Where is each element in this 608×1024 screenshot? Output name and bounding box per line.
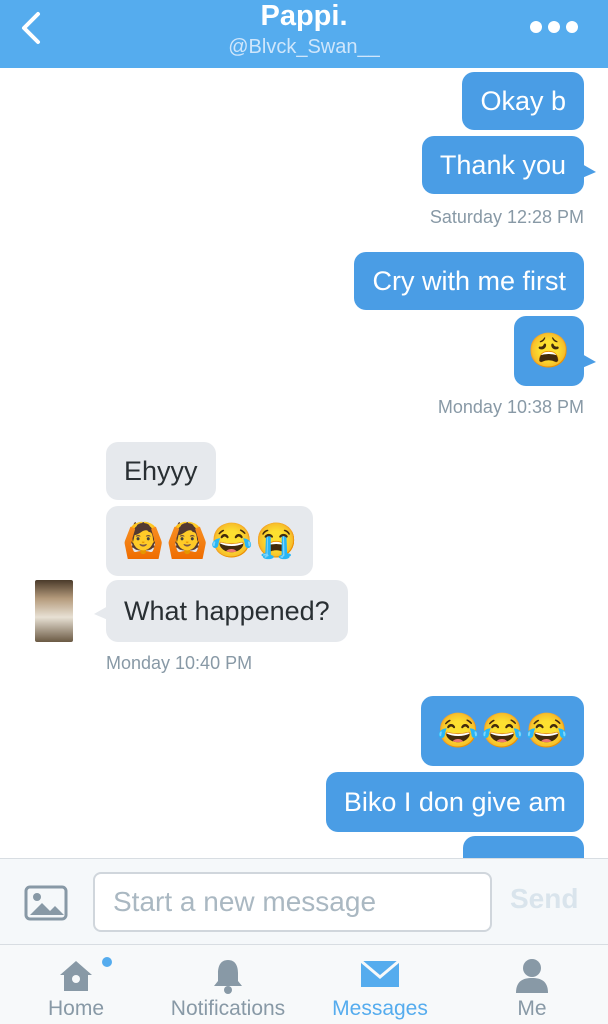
incoming-emoji-message[interactable]: 🙆 🙆 😂 😭 xyxy=(106,506,314,576)
conversation-title: Pappi. xyxy=(260,0,348,32)
person-gesturing-ok-emoji: 🙆 xyxy=(122,522,165,560)
outgoing-message[interactable]: Biko I don give am xyxy=(325,772,584,832)
envelope-icon xyxy=(360,959,400,987)
tab-home[interactable]: Home xyxy=(20,945,132,1024)
outgoing-emoji-message[interactable]: 😩 xyxy=(513,316,584,386)
notification-dot xyxy=(102,957,112,967)
message-timestamp: Monday 10:38 PM xyxy=(437,397,584,417)
image-icon[interactable] xyxy=(24,885,68,921)
message-input[interactable] xyxy=(93,872,492,932)
tears-of-joy-emoji: 😂 xyxy=(210,522,254,560)
person-icon xyxy=(516,959,548,993)
message-thread[interactable]: Okay b Thank you Saturday 12:28 PM Cry w… xyxy=(0,68,608,858)
loudly-crying-emoji: 😭 xyxy=(255,522,298,560)
tab-bar: Home Notifications Messages Me xyxy=(0,944,608,1024)
person-gesturing-ok-emoji: 🙆 xyxy=(166,522,209,560)
incoming-message[interactable]: What happened? xyxy=(106,580,348,642)
send-button[interactable]: Send xyxy=(510,883,578,915)
avatar[interactable] xyxy=(35,580,73,642)
conversation-header: Pappi. @Blvck_Swan__ xyxy=(0,0,608,68)
tears-of-joy-emoji: 😂 xyxy=(526,848,568,858)
tab-notifications[interactable]: Notifications xyxy=(160,945,296,1024)
tears-of-joy-emoji: 😂 xyxy=(436,712,480,750)
outgoing-message[interactable]: Thank you xyxy=(421,136,584,194)
tab-label: Home xyxy=(47,997,105,1020)
more-dots-icon[interactable] xyxy=(530,18,578,36)
conversation-handle: @Blvck_Swan__ xyxy=(228,36,380,58)
tab-label: Messages xyxy=(332,997,428,1020)
tears-of-joy-emoji: 😂 xyxy=(479,848,521,858)
tears-of-joy-emoji: 😂 xyxy=(525,712,568,750)
outgoing-message[interactable]: Cry with me first xyxy=(354,252,584,310)
tab-messages[interactable]: Messages xyxy=(320,945,440,1024)
outgoing-message[interactable]: Okay b xyxy=(462,72,584,130)
tab-me[interactable]: Me xyxy=(476,945,588,1024)
home-icon xyxy=(60,961,92,991)
incoming-message[interactable]: Ehyyy xyxy=(106,442,216,500)
message-composer: Send xyxy=(0,858,608,944)
message-timestamp: Monday 10:40 PM xyxy=(106,653,253,673)
message-timestamp: Saturday 12:28 PM xyxy=(429,207,584,227)
bubble-tail xyxy=(582,354,596,368)
outgoing-emoji-message[interactable]: 😂 😂 xyxy=(463,836,584,858)
bubble-tail xyxy=(582,164,596,178)
tab-label: Notifications xyxy=(170,997,286,1020)
weary-face-emoji: 😩 xyxy=(527,332,570,370)
tab-label: Me xyxy=(517,997,547,1020)
outgoing-emoji-message[interactable]: 😂 😂 😂 xyxy=(420,696,584,766)
tears-of-joy-emoji: 😂 xyxy=(481,712,524,750)
bell-icon xyxy=(214,960,242,994)
